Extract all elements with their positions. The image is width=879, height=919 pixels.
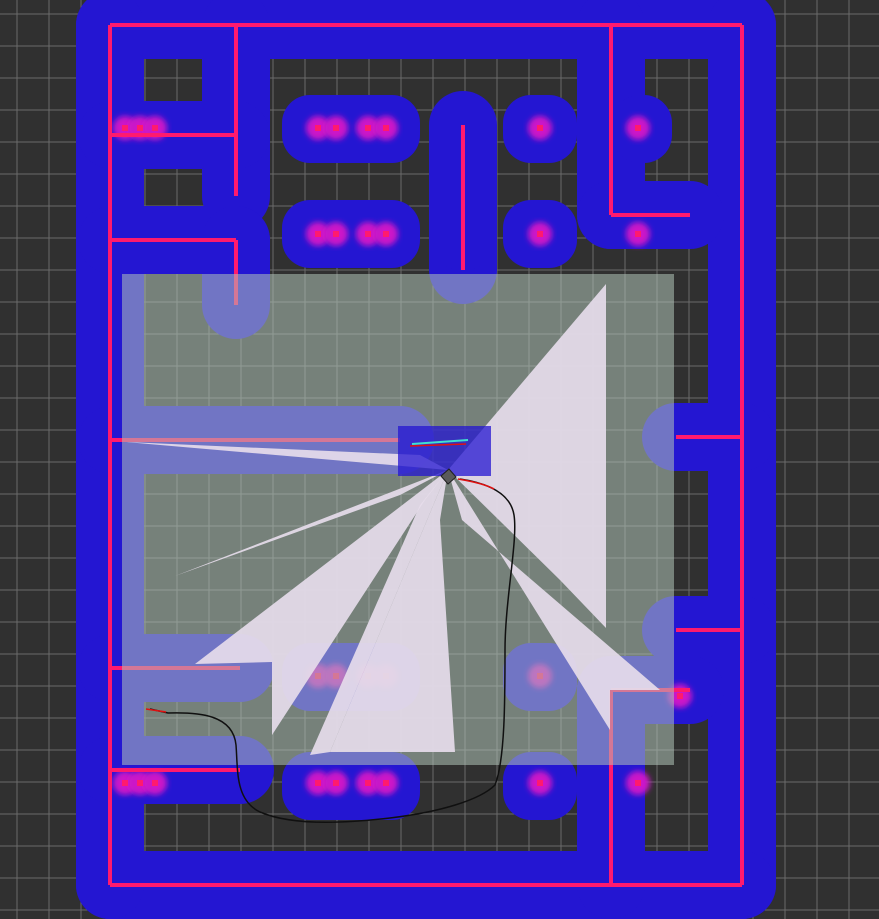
lethal-cell: [635, 780, 641, 786]
lethal-cell: [122, 780, 128, 786]
rviz-map-canvas[interactable]: [0, 0, 879, 919]
lethal-cell: [537, 231, 543, 237]
lethal-cell: [365, 125, 371, 131]
lethal-cell: [152, 780, 158, 786]
lethal-cell: [383, 231, 389, 237]
inflated-obstacle: [282, 200, 420, 268]
robot-local-box: [398, 426, 491, 476]
lethal-cell: [635, 125, 641, 131]
lethal-cell: [137, 125, 143, 131]
lethal-cell: [315, 125, 321, 131]
lethal-cell: [315, 780, 321, 786]
lethal-cell: [677, 693, 683, 699]
lethal-cell: [315, 231, 321, 237]
lethal-cell: [383, 125, 389, 131]
lethal-cell: [152, 125, 158, 131]
lethal-cell: [122, 125, 128, 131]
map-viewport[interactable]: [0, 0, 879, 919]
lethal-cell: [383, 780, 389, 786]
inflated-obstacle: [282, 95, 420, 163]
lethal-cell: [137, 780, 143, 786]
lethal-cell: [365, 231, 371, 237]
lethal-cell: [333, 231, 339, 237]
lethal-cell: [333, 780, 339, 786]
lethal-cell: [537, 780, 543, 786]
lethal-cell: [365, 780, 371, 786]
lethal-cell: [333, 125, 339, 131]
lethal-cell: [635, 231, 641, 237]
lethal-cell: [537, 125, 543, 131]
